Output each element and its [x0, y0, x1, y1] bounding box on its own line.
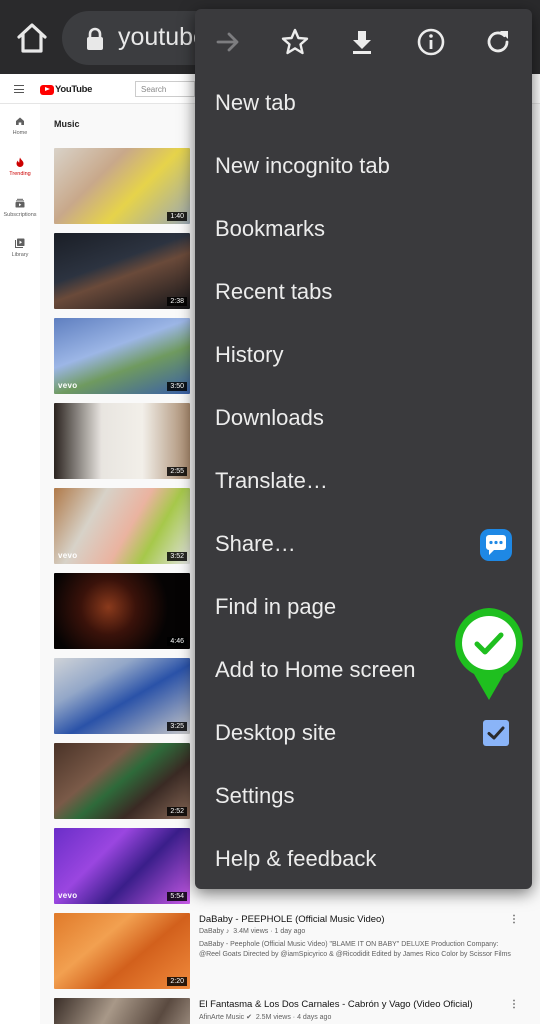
video-meta: DaBaby ♪ 3.4M views · 1 day ago	[199, 928, 306, 935]
video-thumbnail[interactable]: 4:46	[54, 573, 190, 649]
video-channel[interactable]: DaBaby	[199, 928, 224, 935]
menu-item-history[interactable]: History	[215, 335, 515, 375]
video-age: 1 day ago	[274, 928, 306, 935]
youtube-logo-text: YouTube	[55, 84, 93, 95]
refresh-icon[interactable]	[482, 26, 514, 58]
hamburger-menu-icon[interactable]	[14, 85, 24, 93]
download-icon[interactable]	[346, 26, 378, 58]
video-thumbnail[interactable]: 2:55	[54, 403, 190, 479]
menu-icon-row	[195, 9, 532, 71]
sidebar-item-trending[interactable]: Trending	[0, 157, 40, 177]
music-note-icon: ♪	[225, 928, 230, 935]
url-text[interactable]: youtube.com	[118, 23, 198, 52]
video-duration: 3:25	[167, 722, 187, 731]
video-duration: 2:20	[167, 977, 187, 986]
video-meta: AfinArte Music ✔ 2.5M views · 4 days ago	[199, 1014, 332, 1021]
video-views: 2.5M views	[255, 1014, 291, 1021]
video-channel[interactable]: AfinArte Music	[199, 1014, 244, 1021]
sidebar-label: Home	[12, 130, 28, 136]
sidebar-label: Subscriptions	[3, 212, 37, 218]
bookmark-star-icon[interactable]	[279, 26, 311, 58]
video-thumbnail[interactable]	[54, 998, 190, 1024]
video-thumbnail[interactable]: 2:52	[54, 743, 190, 819]
menu-item-help-feedback[interactable]: Help & feedback	[215, 839, 515, 879]
info-icon[interactable]	[415, 26, 447, 58]
youtube-logo[interactable]: YouTube	[40, 84, 92, 95]
video-duration: 5:54	[167, 892, 187, 901]
sidebar-item-subscriptions[interactable]: Subscriptions	[0, 198, 40, 218]
video-duration: 1:40	[167, 212, 187, 221]
desktop-site-checkbox[interactable]	[483, 720, 509, 746]
lock-icon	[84, 27, 106, 51]
video-duration: 3:50	[167, 382, 187, 391]
yt-search-input[interactable]: Search	[135, 81, 195, 97]
youtube-play-icon	[40, 84, 54, 95]
video-duration: 4:46	[167, 637, 187, 646]
menu-item-share[interactable]: Share…	[215, 524, 515, 564]
menu-item-desktop-site[interactable]: Desktop site	[215, 713, 515, 753]
video-duration: 2:38	[167, 297, 187, 306]
video-views: 3.4M views	[233, 928, 269, 935]
subscriptions-icon	[15, 198, 25, 208]
vevo-logo: vevo	[58, 891, 78, 900]
menu-item-new-incognito-tab[interactable]: New incognito tab	[215, 146, 515, 186]
video-description: DaBaby - Peephole (Official Music Video)…	[199, 941, 511, 958]
video-thumbnail[interactable]: 1:40	[54, 148, 190, 224]
flame-icon	[16, 157, 24, 167]
verified-icon: ✔	[246, 1014, 252, 1021]
vevo-logo: vevo	[58, 551, 78, 560]
menu-item-downloads[interactable]: Downloads	[215, 398, 515, 438]
sidebar-label: Trending	[9, 171, 31, 177]
check-pin-marker-icon	[452, 606, 526, 702]
menu-item-bookmarks[interactable]: Bookmarks	[215, 209, 515, 249]
sidebar-item-library[interactable]: Library	[0, 238, 40, 258]
menu-item-recent-tabs[interactable]: Recent tabs	[215, 272, 515, 312]
video-info: El Fantasma & Los Dos Carnales - Cabrón …	[199, 999, 529, 1021]
overflow-menu: New tab New incognito tab Bookmarks Rece…	[195, 9, 532, 889]
phone-screen: youtube.com YouTube Search Home Trending…	[0, 0, 540, 1024]
section-title: Music	[54, 119, 80, 129]
video-info: DaBaby - PEEPHOLE (Official Music Video)…	[199, 914, 529, 960]
video-title[interactable]: DaBaby - PEEPHOLE (Official Music Video)	[199, 914, 529, 925]
video-thumbnail[interactable]: vevo 5:54	[54, 828, 190, 904]
yt-sidebar: Home Trending Subscriptions Library	[0, 104, 40, 1024]
library-icon	[15, 238, 25, 248]
video-thumbnail[interactable]: 2:20	[54, 913, 190, 989]
video-thumbnail[interactable]: 3:25	[54, 658, 190, 734]
home-icon[interactable]	[14, 20, 50, 56]
messages-app-icon[interactable]	[480, 529, 512, 561]
vevo-logo: vevo	[58, 381, 78, 390]
sidebar-label: Library	[11, 252, 29, 258]
menu-item-settings[interactable]: Settings	[215, 776, 515, 816]
home-icon	[16, 117, 24, 125]
more-options-icon[interactable]: ⋮	[509, 999, 519, 1010]
sidebar-item-home[interactable]: Home	[0, 116, 40, 136]
video-title[interactable]: El Fantasma & Los Dos Carnales - Cabrón …	[199, 999, 529, 1010]
more-options-icon[interactable]: ⋮	[509, 914, 519, 925]
menu-item-new-tab[interactable]: New tab	[215, 83, 515, 123]
menu-item-translate[interactable]: Translate…	[215, 461, 515, 501]
forward-arrow-icon[interactable]	[212, 26, 244, 58]
video-duration: 3:52	[167, 552, 187, 561]
video-thumbnail[interactable]: vevo 3:52	[54, 488, 190, 564]
video-thumbnail[interactable]: vevo 3:50	[54, 318, 190, 394]
video-thumbnail[interactable]: 2:38	[54, 233, 190, 309]
video-duration: 2:55	[167, 467, 187, 476]
video-duration: 2:52	[167, 807, 187, 816]
video-age: 4 days ago	[297, 1014, 332, 1021]
